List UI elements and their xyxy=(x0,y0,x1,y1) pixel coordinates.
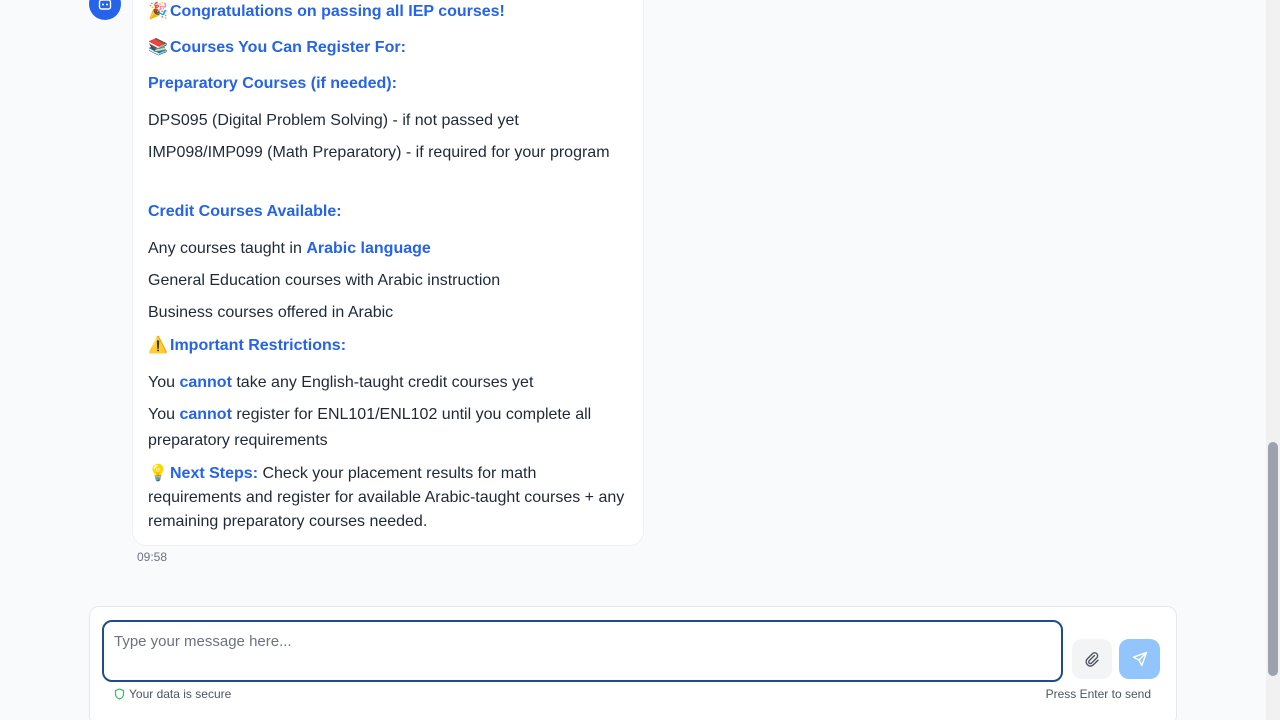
scrollbar-thumb[interactable] xyxy=(1268,442,1278,676)
warning-icon: ⚠️ xyxy=(148,337,168,354)
scrollbar[interactable] xyxy=(1266,0,1280,720)
paperclip-icon xyxy=(1085,652,1099,667)
lightbulb-icon: 💡 xyxy=(148,465,168,482)
list-item: Any courses taught in Arabic language xyxy=(148,240,431,257)
list-item: DPS095 (Digital Problem Solving) - if no… xyxy=(148,112,519,129)
party-icon: 🎉 xyxy=(148,3,168,20)
message-title: 🎉 Congratulations on passing all IEP cour… xyxy=(148,0,505,24)
chat-view: 🎉 Congratulations on passing all IEP cour… xyxy=(0,0,1280,720)
secure-note: Your data is secure xyxy=(114,687,231,701)
prep-heading: Preparatory Courses (if needed): xyxy=(148,75,397,92)
send-button[interactable] xyxy=(1119,639,1160,679)
message-timestamp: 09:58 xyxy=(137,550,168,564)
bot-icon xyxy=(98,0,112,10)
list-item: General Education courses with Arabic in… xyxy=(148,272,501,289)
send-icon xyxy=(1132,651,1147,667)
credit-heading: Credit Courses Available: xyxy=(148,203,342,220)
list-item: You cannot register for ENL101/ENL102 un… xyxy=(148,406,592,449)
next-steps: 💡 Next Steps: Check your placement result… xyxy=(148,462,630,534)
books-icon: 📚 xyxy=(148,39,168,56)
bot-avatar xyxy=(89,0,121,20)
shield-icon xyxy=(114,688,125,700)
list-item: Business courses offered in Arabic xyxy=(148,304,394,321)
secure-note-text: Your data is secure xyxy=(129,687,232,701)
list-item: IMP098/IMP099 (Math Preparatory) - if re… xyxy=(148,144,610,161)
send-hint: Press Enter to send xyxy=(1045,687,1151,701)
restrictions-heading: ⚠️ Important Restrictions: xyxy=(148,334,346,358)
attach-button[interactable] xyxy=(1072,639,1112,679)
list-item: You cannot take any English-taught credi… xyxy=(148,374,534,391)
message-input[interactable] xyxy=(102,620,1063,682)
courses-heading: 📚 Courses You Can Register For: xyxy=(148,36,406,60)
